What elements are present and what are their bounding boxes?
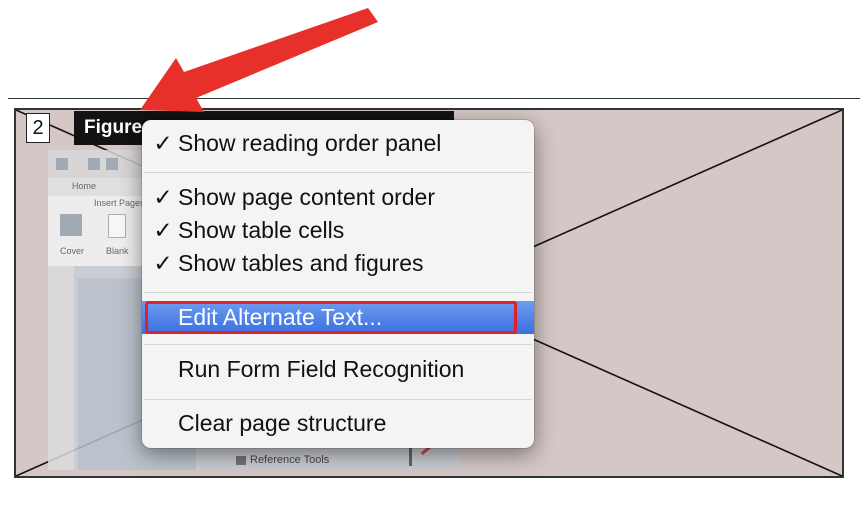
thumbnail-mark: [409, 448, 412, 466]
menu-item-label: Show tables and figures: [178, 250, 424, 276]
context-menu: ✓ Show reading order panel ✓ Show page c…: [142, 120, 534, 448]
menu-separator: [144, 344, 532, 345]
thumbnail-left-ruler: [48, 266, 74, 470]
checkmark-icon: ✓: [153, 250, 173, 276]
reference-tools-icon: [236, 455, 246, 465]
cover-label: Cover: [60, 246, 85, 256]
menu-separator: [144, 292, 532, 293]
cover-icon: [60, 214, 82, 236]
menu-item-label: Run Form Field Recognition: [178, 356, 465, 382]
app-icon: [56, 158, 68, 170]
toolbar-icon: [106, 158, 118, 170]
blank-label: Blank: [106, 246, 129, 256]
menu-item-show-table-cells[interactable]: ✓ Show table cells: [142, 214, 534, 247]
reading-order-number[interactable]: 2: [26, 113, 50, 143]
menu-item-run-form-field-recognition[interactable]: Run Form Field Recognition: [142, 353, 534, 386]
checkmark-icon: ✓: [153, 217, 173, 243]
home-tab: Home: [72, 181, 97, 191]
menu-separator: [144, 399, 532, 400]
menu-item-show-page-content-order[interactable]: ✓ Show page content order: [142, 181, 534, 214]
menu-item-label: Show table cells: [178, 217, 345, 243]
highlight-annotation-box: [145, 301, 517, 334]
menu-item-show-reading-order-panel[interactable]: ✓ Show reading order panel: [142, 127, 534, 160]
menu-item-label: Show reading order panel: [178, 130, 442, 156]
insert-pages-label: Insert Pages: [94, 198, 145, 208]
toolbar-icon: [88, 158, 100, 170]
checkmark-icon: ✓: [153, 130, 173, 156]
menu-item-clear-page-structure[interactable]: Clear page structure: [142, 407, 534, 440]
checkmark-icon: ✓: [153, 184, 173, 210]
page-divider: [8, 98, 860, 99]
reference-tools-label: Reference Tools: [236, 454, 329, 466]
blank-page-icon: [108, 214, 126, 238]
menu-item-label: Show page content order: [178, 184, 436, 210]
menu-item-label: Clear page structure: [178, 410, 387, 436]
menu-separator: [144, 172, 532, 173]
menu-item-show-tables-and-figures[interactable]: ✓ Show tables and figures: [142, 247, 534, 280]
reference-tools-text: Reference Tools: [250, 454, 330, 466]
